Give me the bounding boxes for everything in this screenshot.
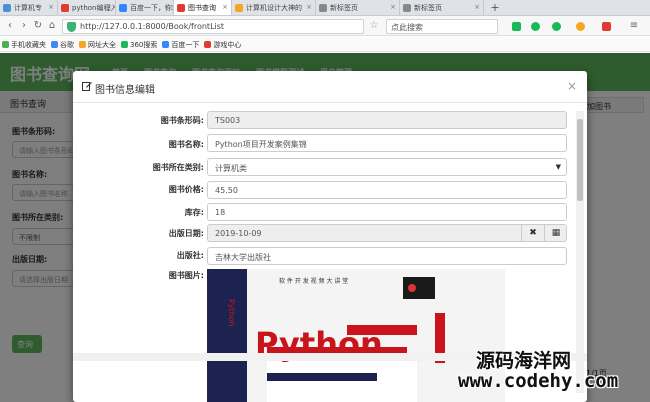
- bookmark-item[interactable]: 百度一下: [162, 37, 204, 51]
- address-bar-row: ‹ › ↻ ⌂ http://127.0.0.1:8000/Book/front…: [0, 16, 650, 36]
- chevron-down-icon: ▼: [555, 163, 561, 171]
- bookmark-item[interactable]: 谷歌: [51, 37, 79, 51]
- bookmark-icon: [121, 41, 128, 48]
- book-name-field[interactable]: Python项目开发案例集锦: [207, 134, 567, 152]
- browser-tab[interactable]: python编程入门×: [58, 0, 116, 15]
- price-field[interactable]: 45.50: [207, 181, 567, 199]
- browser-tab-bar: 计算机专×python编程入门×百度一下，你就×图书查询×计算机设计大神的×新标…: [0, 0, 650, 16]
- scrollbar-thumb[interactable]: [577, 119, 583, 201]
- publish-date-label: 出版日期:: [168, 229, 204, 238]
- stock-label: 库存:: [184, 208, 204, 217]
- watermark-url: www.codehy.com: [458, 370, 619, 392]
- tab-close-icon[interactable]: ×: [222, 3, 228, 11]
- tab-label: 计算机专: [14, 4, 42, 12]
- cover-spine-text: Python: [227, 299, 236, 327]
- tab-favicon-icon: [177, 4, 185, 12]
- browser-tab[interactable]: 计算机设计大神的 ×: [232, 0, 316, 15]
- tab-favicon-icon: [319, 4, 327, 12]
- bookmark-icon: [51, 41, 58, 48]
- publish-date-field[interactable]: 2019-10-09 ✖ ▦: [207, 224, 567, 242]
- home-icon[interactable]: ⌂: [46, 20, 58, 32]
- new-tab-button[interactable]: +: [484, 0, 506, 15]
- book-type-label: 图书所在类别:: [152, 163, 204, 172]
- cover-series-text: 软 件 开 发 视 频 大 讲 堂: [279, 277, 348, 285]
- tab-label: 图书查询: [188, 4, 216, 12]
- bookmark-item[interactable]: 手机收藏夹: [2, 37, 51, 51]
- book-name-label: 图书名称:: [168, 140, 204, 149]
- bookmark-label: 百度一下: [171, 41, 200, 49]
- browser-tab[interactable]: 新标签页 ×: [400, 0, 484, 15]
- price-label: 图书价格:: [168, 185, 204, 194]
- bookmark-label: 谷歌: [60, 41, 74, 49]
- browser-search-field[interactable]: 点此搜索: [386, 19, 498, 34]
- security-shield-icon: [67, 22, 76, 32]
- emoji-icon[interactable]: [576, 22, 585, 31]
- tab-favicon-icon: [235, 4, 243, 12]
- tab-close-icon[interactable]: ×: [106, 3, 112, 11]
- bookmark-label: 网址大全: [88, 41, 116, 49]
- bookmark-icon: [2, 41, 9, 48]
- browser-search-placeholder: 点此搜索: [391, 23, 423, 32]
- edit-icon: [82, 82, 92, 91]
- bookmark-label: 游戏中心: [213, 41, 242, 49]
- scissors-icon[interactable]: [531, 22, 540, 31]
- tab-close-icon[interactable]: ×: [164, 3, 170, 11]
- forward-icon[interactable]: ›: [18, 20, 30, 32]
- tab-favicon-icon: [3, 4, 11, 12]
- barcode-label: 图书条形码:: [160, 116, 204, 125]
- bookmark-item[interactable]: 游戏中心: [204, 37, 246, 51]
- bookmark-item[interactable]: 360搜索: [121, 37, 162, 51]
- barcode-field[interactable]: TS003: [207, 111, 567, 129]
- tab-favicon-icon: [403, 4, 411, 12]
- bookmark-label: 手机收藏夹: [11, 41, 46, 49]
- reload-icon[interactable]: ↻: [32, 20, 44, 32]
- menu-icon[interactable]: ≡: [628, 20, 640, 32]
- tab-label: 新标签页: [414, 4, 442, 12]
- extension-icon[interactable]: [512, 22, 521, 31]
- book-type-value: 计算机类: [215, 164, 247, 173]
- close-icon[interactable]: ×: [567, 79, 577, 93]
- stock-field[interactable]: 18: [207, 203, 567, 221]
- bookmark-star-icon[interactable]: ☆: [368, 20, 380, 32]
- watermark: 源码海洋网 www.codehy.com: [458, 346, 650, 402]
- browser-tab[interactable]: 图书查询 ×: [174, 0, 232, 15]
- modal-header: 图书信息编辑 ×: [73, 71, 587, 103]
- translate-icon[interactable]: [552, 22, 561, 31]
- bookmark-label: 360搜索: [130, 41, 158, 49]
- url-text: http://127.0.0.1:8000/Book/frontList: [80, 22, 225, 31]
- tab-favicon-icon: [61, 4, 69, 12]
- tab-label: 计算机设计大神的: [246, 4, 302, 12]
- browser-tab[interactable]: 百度一下，你就×: [116, 0, 174, 15]
- bookmarks-bar: 手机收藏夹 谷歌 网址大全 360搜索 百度一下 游戏中心: [0, 37, 650, 52]
- modal-title: 图书信息编辑: [95, 85, 155, 96]
- bookmark-item[interactable]: 网址大全: [79, 37, 121, 51]
- mail-icon[interactable]: [602, 22, 611, 31]
- tab-close-icon[interactable]: ×: [48, 3, 54, 11]
- browser-tab[interactable]: 计算机专 ×: [0, 0, 58, 15]
- bookmark-icon: [162, 41, 170, 48]
- tab-close-icon[interactable]: ×: [306, 3, 312, 11]
- clear-date-icon[interactable]: ✖: [521, 225, 544, 241]
- bookmark-icon: [79, 41, 86, 48]
- calendar-icon[interactable]: ▦: [544, 225, 566, 241]
- book-photo-label: 图书图片:: [168, 271, 204, 280]
- back-icon[interactable]: ‹: [4, 20, 16, 32]
- publish-date-value: 2019-10-09: [215, 229, 262, 238]
- publisher-field[interactable]: 吉林大学出版社: [207, 247, 567, 265]
- publisher-label: 出版社:: [176, 251, 204, 260]
- browser-tab[interactable]: 新标签页 ×: [316, 0, 400, 15]
- tab-close-icon[interactable]: ×: [474, 3, 480, 11]
- url-field[interactable]: http://127.0.0.1:8000/Book/frontList: [62, 19, 364, 34]
- tab-label: 新标签页: [330, 4, 358, 12]
- tab-favicon-icon: [119, 4, 127, 12]
- watermark-title: 源码海洋网: [476, 350, 572, 372]
- bookmark-icon: [204, 41, 212, 48]
- tab-close-icon[interactable]: ×: [390, 3, 396, 11]
- book-type-select[interactable]: 计算机类 ▼: [207, 158, 567, 176]
